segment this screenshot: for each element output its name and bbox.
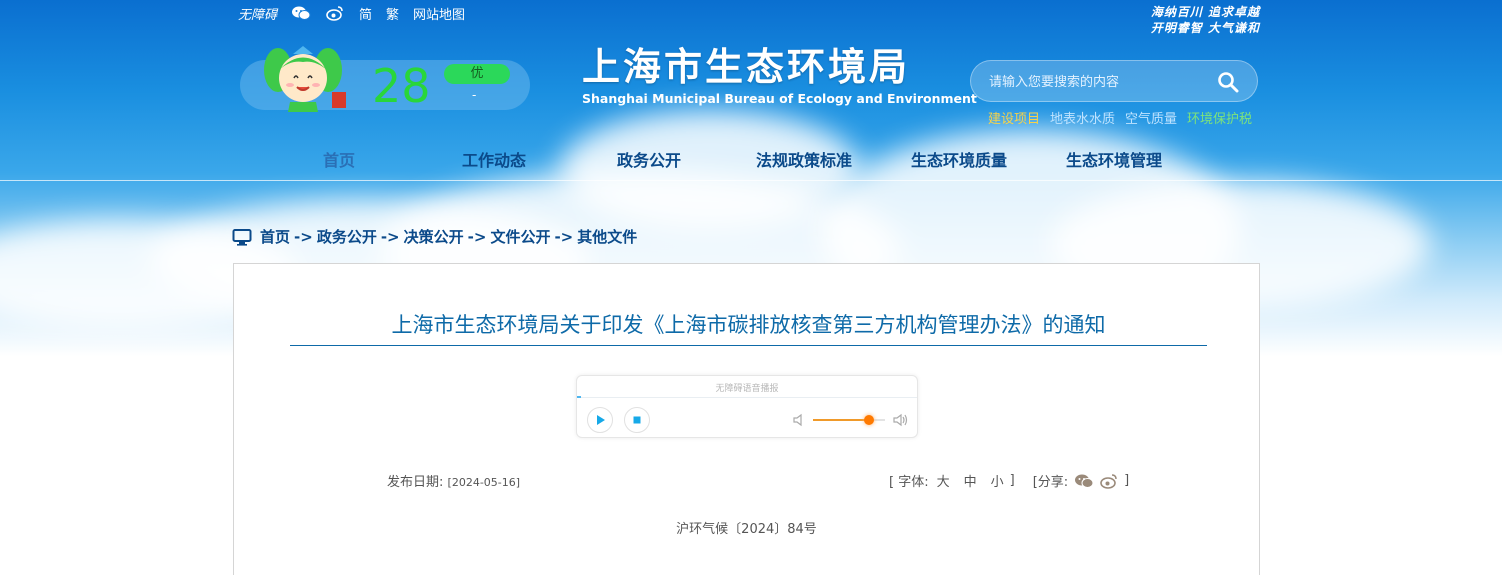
breadcrumb-documents[interactable]: 文件公开 bbox=[490, 226, 550, 247]
breadcrumb-separator: -> bbox=[554, 227, 574, 246]
title-underline bbox=[290, 345, 1207, 346]
volume-fill bbox=[813, 419, 870, 421]
breadcrumb-decision[interactable]: 决策公开 bbox=[404, 226, 464, 247]
aqi-badge[interactable]: 优 bbox=[444, 64, 510, 84]
font-large-button[interactable]: 大 bbox=[937, 471, 950, 490]
volume-low-icon[interactable] bbox=[793, 413, 805, 427]
nav-item-regulations[interactable]: 法规政策标准 bbox=[756, 150, 852, 172]
publish-label: 发布日期: bbox=[387, 475, 444, 490]
share-wechat-icon[interactable] bbox=[1074, 473, 1094, 489]
player-progress-fill bbox=[577, 396, 581, 398]
quick-links: 建设项目 地表水水质 空气质量 环境保护税 bbox=[988, 108, 1252, 127]
breadcrumb-separator: -> bbox=[294, 227, 313, 246]
slogan-line-1: 海纳百川 追求卓越 bbox=[1150, 5, 1260, 19]
breadcrumb-home[interactable]: 首页 bbox=[260, 226, 290, 247]
volume-knob[interactable] bbox=[864, 415, 875, 425]
logo-english-name: Shanghai Municipal Bureau of Ecology and… bbox=[582, 91, 977, 106]
slogan-line-2: 开明睿智 大气谦和 bbox=[1150, 21, 1260, 35]
stop-button[interactable] bbox=[624, 407, 650, 433]
aqi-subvalue: - bbox=[472, 88, 477, 102]
document-number: 沪环气候〔2024〕84号 bbox=[676, 522, 817, 537]
search-icon[interactable] bbox=[1217, 71, 1239, 93]
quick-link-construction[interactable]: 建设项目 bbox=[988, 108, 1040, 127]
top-toolbar: 无障碍 简 繁 网站地图 bbox=[232, 0, 465, 26]
nav-item-home[interactable]: 首页 bbox=[323, 150, 355, 172]
player-title: 无障碍语音播报 bbox=[715, 384, 779, 394]
nav-item-env-quality[interactable]: 生态环境质量 bbox=[911, 150, 1007, 172]
quick-link-env-tax[interactable]: 环境保护税 bbox=[1187, 108, 1252, 127]
main-nav: 首页 工作动态 政务公开 法规政策标准 生态环境质量 生态环境管理 bbox=[232, 150, 1260, 174]
article-panel: 上海市生态环境局关于印发《上海市碳排放核查第三方机构管理办法》的通知 无障碍语音… bbox=[233, 263, 1260, 575]
breadcrumb-gov-affairs[interactable]: 政务公开 bbox=[317, 226, 377, 247]
font-size-label: [ 字体: bbox=[889, 475, 929, 490]
publish-info: 发布日期: [2024-05-16] bbox=[387, 471, 520, 490]
mascot-icon bbox=[264, 46, 346, 112]
page-container: 无障碍 简 繁 网站地图 海纳百川 追求卓越 开明睿智 大气谦和 28 优 - … bbox=[232, 0, 1260, 575]
play-button[interactable] bbox=[587, 407, 613, 433]
share-label: [分享: bbox=[1032, 475, 1069, 490]
nav-item-gov-affairs[interactable]: 政务公开 bbox=[617, 150, 681, 172]
search-input[interactable] bbox=[989, 71, 1209, 93]
logo-chinese-name: 上海市生态环境局 bbox=[582, 45, 911, 89]
article-title: 上海市生态环境局关于印发《上海市碳排放核查第三方机构管理办法》的通知 bbox=[391, 313, 1106, 337]
sitemap-link[interactable]: 网站地图 bbox=[413, 4, 465, 23]
player-progress-track[interactable] bbox=[577, 397, 917, 398]
nav-item-news[interactable]: 工作动态 bbox=[462, 150, 526, 172]
quick-link-air-quality[interactable]: 空气质量 bbox=[1125, 108, 1177, 127]
traditional-chinese-link[interactable]: 繁 bbox=[386, 4, 399, 23]
share-close: ] bbox=[1124, 473, 1130, 488]
simplified-chinese-link[interactable]: 简 bbox=[359, 4, 372, 23]
font-small-button[interactable]: 小 bbox=[991, 471, 1004, 490]
accessibility-link[interactable]: 无障碍 bbox=[238, 4, 277, 23]
publish-date: [2024-05-16] bbox=[447, 476, 521, 489]
font-size-close: ] bbox=[1009, 473, 1015, 488]
breadcrumb: 首页 -> 政务公开 -> 决策公开 -> 文件公开 -> 其他文件 bbox=[232, 226, 637, 247]
search-box bbox=[970, 60, 1258, 102]
quick-link-surface-water[interactable]: 地表水水质 bbox=[1050, 108, 1115, 127]
breadcrumb-other-files[interactable]: 其他文件 bbox=[577, 226, 637, 247]
breadcrumb-separator: -> bbox=[380, 227, 400, 246]
nav-item-env-management[interactable]: 生态环境管理 bbox=[1066, 150, 1162, 172]
temperature-value: 28 bbox=[372, 59, 431, 113]
monitor-icon bbox=[232, 228, 252, 246]
site-logo[interactable]: 上海市生态环境局 Shanghai Municipal Bureau of Ec… bbox=[582, 44, 977, 107]
breadcrumb-separator: -> bbox=[467, 227, 487, 246]
slogan: 海纳百川 追求卓越 开明睿智 大气谦和 bbox=[1151, 4, 1260, 36]
weibo-icon[interactable] bbox=[325, 5, 345, 21]
audio-player: 无障碍语音播报 bbox=[576, 375, 918, 438]
article-tools: [ 字体: 大 中 小 ] [分享: ] bbox=[889, 471, 1129, 490]
stop-icon bbox=[633, 416, 641, 424]
share-weibo-icon[interactable] bbox=[1100, 473, 1118, 489]
wechat-icon[interactable] bbox=[291, 5, 311, 21]
volume-high-icon[interactable] bbox=[893, 413, 909, 427]
font-medium-button[interactable]: 中 bbox=[964, 471, 977, 490]
play-icon bbox=[597, 415, 605, 425]
